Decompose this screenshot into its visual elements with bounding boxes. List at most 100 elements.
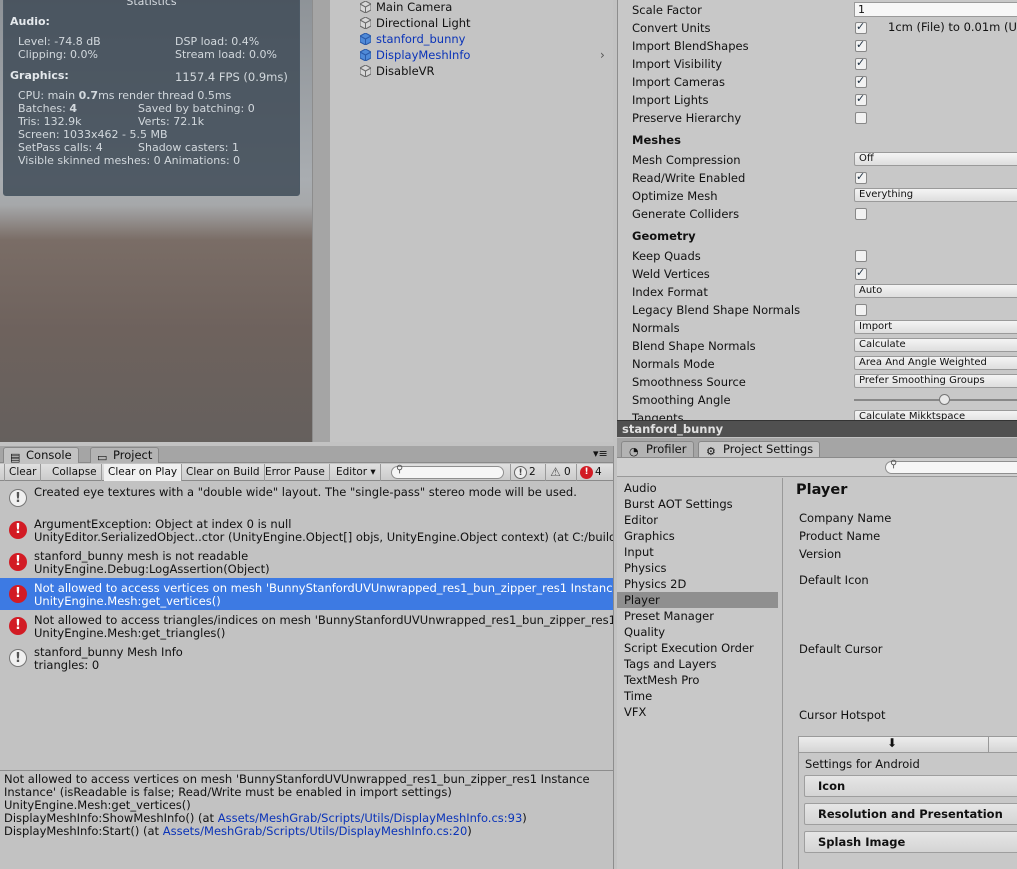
- import-visibility-checkbox[interactable]: [855, 56, 867, 70]
- settings-item-input[interactable]: Input: [617, 544, 778, 560]
- settings-item-time[interactable]: Time: [617, 688, 778, 704]
- panel-divider[interactable]: [312, 0, 330, 442]
- mesh-compression-dropdown[interactable]: Off: [854, 152, 1017, 166]
- optimize-mesh-label: Optimize Mesh: [632, 189, 718, 203]
- warning-count-toggle[interactable]: ⚠ 0: [545, 464, 576, 481]
- settings-item-physics-2d[interactable]: Physics 2D: [617, 576, 778, 592]
- prefab-cube-icon: [360, 49, 371, 61]
- settings-item-tags-and-layers[interactable]: Tags and Layers: [617, 656, 778, 672]
- read-write-checkbox[interactable]: [855, 170, 867, 184]
- icon-section-foldout[interactable]: Icon: [804, 775, 1017, 797]
- version-label: Version: [799, 547, 842, 561]
- clear-on-play-toggle[interactable]: Clear on Play: [104, 464, 183, 481]
- import-blendshapes-checkbox[interactable]: [855, 38, 867, 52]
- cpu-readout: CPU: main 0.7ms render thread 0.5ms: [18, 89, 232, 102]
- tab-console[interactable]: ▤ Console: [3, 447, 79, 464]
- tab-project[interactable]: ▭ Project: [90, 447, 160, 464]
- settings-item-quality[interactable]: Quality: [617, 624, 778, 640]
- blend-shape-normals-label: Blend Shape Normals: [632, 339, 756, 353]
- page-title: Player: [796, 482, 848, 498]
- stream-load: Stream load: 0.0%: [175, 48, 277, 61]
- scale-factor-field[interactable]: 1: [854, 2, 1017, 17]
- gameobject-cube-icon: [360, 17, 371, 29]
- log-entry[interactable]: ! ArgumentException: Object at index 0 i…: [0, 514, 613, 546]
- info-count-toggle[interactable]: ! 2: [510, 464, 544, 481]
- scene-view[interactable]: Statistics Audio: Level: -74.8 dB Clippi…: [0, 0, 312, 442]
- asset-name: stanford_bunny: [622, 422, 724, 436]
- player-settings-content: Player Company Name Product Name Version…: [784, 478, 1017, 869]
- smoothness-source-dropdown[interactable]: Prefer Smoothing Groups: [854, 374, 1017, 388]
- settings-item-script-execution-order[interactable]: Script Execution Order: [617, 640, 778, 656]
- android-settings-box: Settings for Android Icon Resolution and…: [798, 753, 1017, 869]
- tangents-dropdown[interactable]: Calculate Mikktspace: [854, 410, 1017, 420]
- skinned-meshes: Visible skinned meshes: 0 Animations: 0: [18, 154, 241, 167]
- settings-item-physics[interactable]: Physics: [617, 560, 778, 576]
- blend-shape-normals-dropdown[interactable]: Calculate: [854, 338, 1017, 352]
- settings-item-textmesh-pro[interactable]: TextMesh Pro: [617, 672, 778, 688]
- normals-dropdown[interactable]: Import: [854, 320, 1017, 334]
- settings-item-graphics[interactable]: Graphics: [617, 528, 778, 544]
- console-search-input[interactable]: ⚲: [391, 464, 504, 479]
- audio-level: Level: -74.8 dB: [18, 35, 101, 48]
- settings-item-preset-manager[interactable]: Preset Manager: [617, 608, 778, 624]
- gameobject-cube-icon: [360, 65, 371, 77]
- import-lights-checkbox[interactable]: [855, 92, 867, 106]
- prefab-cube-icon: [360, 33, 371, 45]
- settings-item-vfx[interactable]: VFX: [617, 704, 778, 720]
- normals-mode-dropdown[interactable]: Area And Angle Weighted: [854, 356, 1017, 370]
- index-format-dropdown[interactable]: Auto: [854, 284, 1017, 298]
- index-format-label: Index Format: [632, 285, 708, 299]
- error-count-toggle[interactable]: ! 4: [576, 464, 608, 481]
- optimize-mesh-dropdown[interactable]: Everything: [854, 188, 1017, 202]
- preserve-hierarchy-checkbox[interactable]: [855, 112, 867, 124]
- resolution-section-foldout[interactable]: Resolution and Presentation: [804, 803, 1017, 825]
- log-detail-pane[interactable]: Not allowed to access vertices on mesh '…: [0, 770, 613, 869]
- generate-colliders-checkbox[interactable]: [855, 208, 867, 220]
- editor-dropdown[interactable]: Editor ▾: [332, 464, 381, 481]
- generate-colliders-label: Generate Colliders: [632, 207, 740, 221]
- tab-profiler[interactable]: ◔ Profiler: [621, 441, 694, 458]
- standalone-platform-icon[interactable]: ⬇: [887, 736, 897, 750]
- weld-vertices-checkbox[interactable]: [855, 266, 867, 280]
- splash-image-section-foldout[interactable]: Splash Image: [804, 831, 1017, 853]
- log-entry[interactable]: ! stanford_bunny Mesh Info triangles: 0: [0, 642, 613, 674]
- log-entry[interactable]: ! Created eye textures with a "double wi…: [0, 482, 613, 514]
- tab-project-settings[interactable]: ⚙ Project Settings: [698, 441, 821, 458]
- chevron-right-icon[interactable]: ›: [600, 48, 605, 62]
- console-icon: ▤: [10, 451, 21, 464]
- geometry-section-header: Geometry: [632, 229, 696, 243]
- audio-header: Audio:: [10, 15, 50, 28]
- log-entry-selected[interactable]: ! Not allowed to access vertices on mesh…: [0, 578, 613, 610]
- stack-trace-link[interactable]: Assets/MeshGrab/Scripts/Utils/DisplayMes…: [163, 824, 468, 838]
- settings-item-editor[interactable]: Editor: [617, 512, 778, 528]
- error-pause-toggle[interactable]: Error Pause: [261, 464, 330, 481]
- hierarchy-panel: Main Camera Directional Light stanford_b…: [330, 0, 613, 442]
- weld-vertices-label: Weld Vertices: [632, 267, 710, 281]
- clear-button[interactable]: Clear: [4, 464, 42, 481]
- settings-item-audio[interactable]: Audio: [617, 480, 778, 496]
- smoothing-angle-slider-track[interactable]: [854, 399, 1017, 401]
- tris-readout: Tris: 132.9k: [18, 115, 82, 128]
- clear-on-build-toggle[interactable]: Clear on Build: [182, 464, 265, 481]
- inspector-panel: Scale Factor 1 Convert Units 1cm (File) …: [617, 0, 1017, 420]
- keep-quads-checkbox[interactable]: [855, 250, 867, 262]
- import-cameras-label: Import Cameras: [632, 75, 725, 89]
- settings-search-input[interactable]: ⚲: [885, 459, 1017, 474]
- settings-item-burst-aot[interactable]: Burst AOT Settings: [617, 496, 778, 512]
- log-entry[interactable]: ! Not allowed to access triangles/indice…: [0, 610, 613, 642]
- log-entry[interactable]: ! stanford_bunny mesh is not readable Un…: [0, 546, 613, 578]
- stack-trace-link[interactable]: Assets/MeshGrab/Scripts/Utils/DisplayMes…: [218, 811, 523, 825]
- verts-readout: Verts: 72.1k: [138, 115, 205, 128]
- smoothing-angle-slider-handle[interactable]: [938, 394, 950, 405]
- settings-item-player[interactable]: Player: [617, 592, 778, 608]
- import-cameras-checkbox[interactable]: [855, 74, 867, 88]
- warning-icon: ⚠: [550, 465, 561, 479]
- convert-units-checkbox[interactable]: [855, 20, 867, 34]
- error-icon: !: [9, 553, 27, 571]
- collapse-button[interactable]: Collapse: [48, 464, 102, 481]
- keep-quads-label: Keep Quads: [632, 249, 701, 263]
- legacy-blend-normals-checkbox[interactable]: [855, 304, 867, 316]
- saved-batching: Saved by batching: 0: [138, 102, 255, 115]
- panel-menu-icon[interactable]: ▾≡: [593, 447, 608, 460]
- project-settings-tabbar: ◔ Profiler ⚙ Project Settings: [617, 438, 1017, 458]
